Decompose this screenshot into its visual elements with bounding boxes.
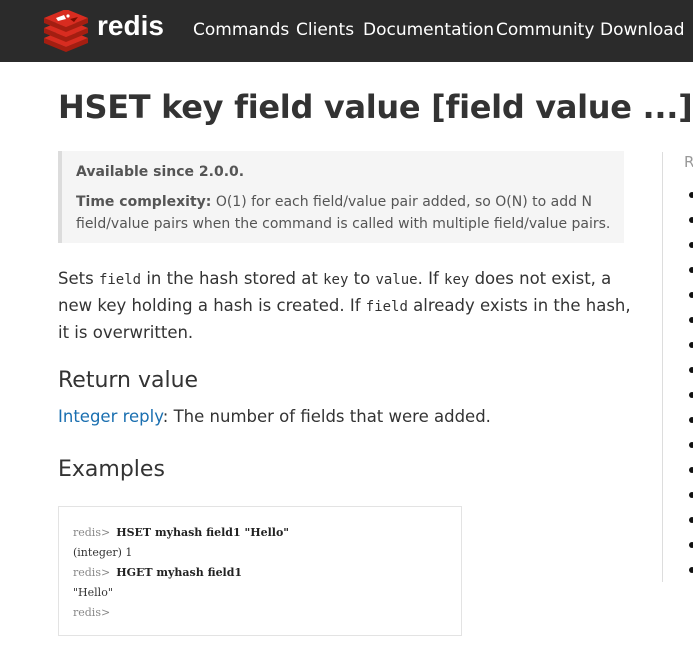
related-command-bullet[interactable] (689, 292, 693, 298)
console-prompt: redis> (73, 566, 111, 579)
desc-text: . If (417, 269, 445, 288)
related-command-bullet[interactable] (689, 467, 693, 473)
command-meta-box: Available since 2.0.0. Time complexity: … (58, 151, 624, 243)
desc-code-key: key (444, 272, 470, 288)
time-complexity: Time complexity: O(1) for each field/val… (76, 191, 616, 235)
desc-text: in the hash stored at (141, 269, 324, 288)
related-command-bullet[interactable] (689, 442, 693, 448)
nav-commands[interactable]: Commands (193, 20, 289, 40)
page-title: HSET key field value [field value ...] (58, 88, 693, 126)
available-since: Available since 2.0.0. (76, 164, 245, 180)
nav-clients[interactable]: Clients (296, 20, 354, 40)
console-line: (integer) 1 (73, 546, 132, 559)
related-command-bullet[interactable] (689, 317, 693, 323)
related-command-bullet[interactable] (689, 217, 693, 223)
related-command-bullet[interactable] (689, 342, 693, 348)
desc-code-value: value (375, 272, 418, 288)
sidebar-divider (662, 152, 663, 582)
console-line: redis> HGET myhash field1 (73, 566, 242, 579)
desc-code-field: field (365, 299, 408, 315)
redis-logo-icon[interactable] (42, 10, 90, 52)
return-value-text: Integer reply: The number of fields that… (58, 407, 491, 426)
interactive-example-console[interactable]: redis> HSET myhash field1 "Hello" (intege… (58, 506, 462, 636)
brand-name[interactable]: redis (97, 10, 164, 42)
nav-community[interactable]: Community (496, 20, 594, 40)
examples-heading: Examples (58, 457, 165, 482)
desc-text: to (348, 269, 376, 288)
sidebar-heading: R (684, 153, 693, 171)
related-command-bullet[interactable] (689, 267, 693, 273)
console-line: redis> HSET myhash field1 "Hello" (73, 526, 289, 539)
return-value-heading: Return value (58, 368, 199, 393)
related-command-bullet[interactable] (689, 192, 693, 198)
desc-code-field: field (98, 272, 142, 288)
console-output: (integer) 1 (73, 546, 133, 559)
console-input-line[interactable]: redis> (73, 606, 116, 619)
top-navigation-bar: redis Commands Clients Documentation Com… (0, 0, 693, 62)
nav-documentation[interactable]: Documentation (363, 20, 494, 40)
desc-code-key: key (323, 272, 349, 288)
related-command-bullet[interactable] (689, 367, 693, 373)
time-complexity-label: Time complexity: (76, 194, 212, 210)
return-value-description: : The number of fields that were added. (162, 407, 491, 426)
related-command-bullet[interactable] (689, 392, 693, 398)
related-command-bullet[interactable] (689, 242, 693, 248)
console-prompt: redis> (73, 526, 111, 539)
integer-reply-link[interactable]: Integer reply (58, 407, 163, 426)
related-command-bullet[interactable] (689, 567, 693, 573)
console-prompt: redis> (73, 606, 111, 619)
console-command: HSET myhash field1 "Hello" (116, 526, 290, 539)
console-command: HGET myhash field1 (116, 566, 243, 579)
related-command-bullet[interactable] (689, 417, 693, 423)
related-command-bullet[interactable] (689, 492, 693, 498)
related-command-bullet[interactable] (689, 517, 693, 523)
nav-download[interactable]: Download (600, 20, 685, 40)
console-line: "Hello" (73, 586, 113, 599)
console-output: "Hello" (73, 586, 113, 599)
related-command-bullet[interactable] (689, 542, 693, 548)
command-description: Sets field in the hash stored at key to … (58, 266, 638, 345)
desc-text: Sets (58, 269, 99, 288)
